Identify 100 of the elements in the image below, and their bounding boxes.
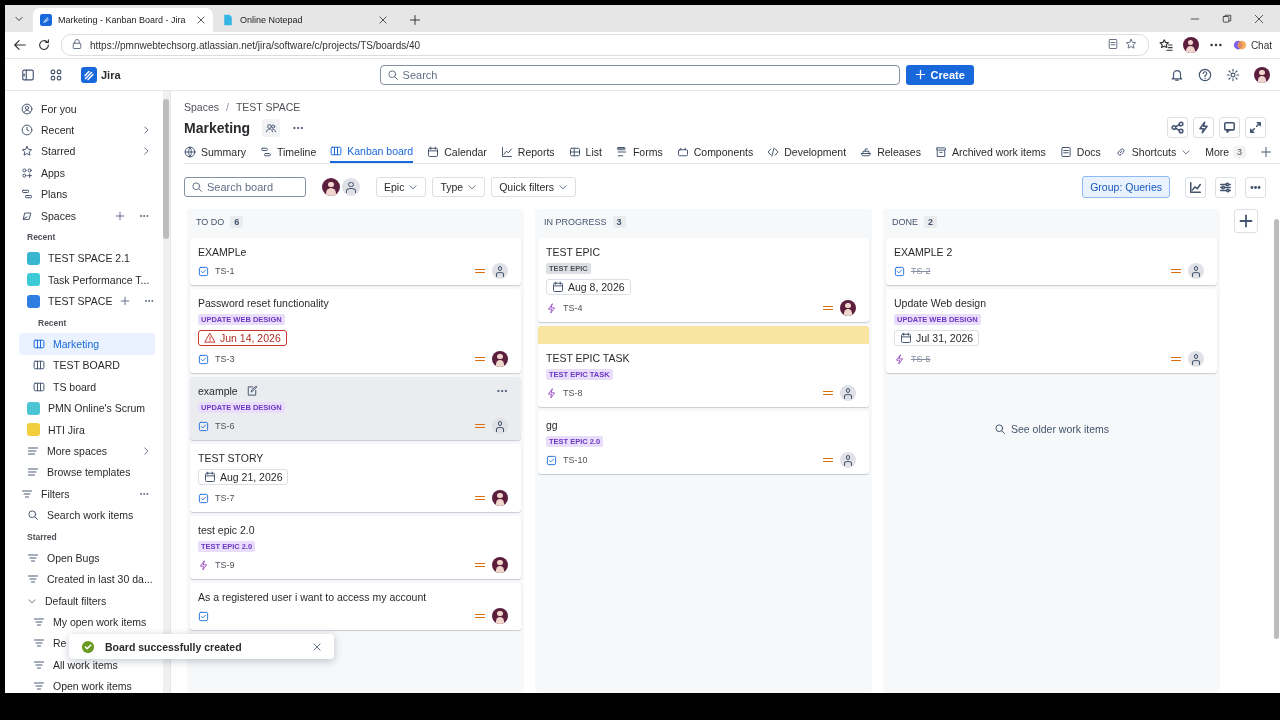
profile-avatar[interactable] [1182,37,1199,53]
nav-tab[interactable]: Forms [615,141,663,163]
close-icon[interactable] [1254,13,1264,24]
sidebar-item[interactable]: Starred [19,140,155,163]
close-icon[interactable] [196,15,206,25]
apps-grid-icon[interactable] [49,67,63,82]
nav-tab[interactable]: Calendar [427,141,487,163]
unassigned-avatar[interactable] [840,385,856,401]
sidebar-item[interactable]: Search work items [19,504,155,526]
unassigned-avatar[interactable] [492,418,508,434]
unassigned-avatar[interactable] [840,452,856,468]
notifications-icon[interactable] [1170,67,1184,82]
work-item-key[interactable]: TS-4 [563,303,583,313]
nav-tab[interactable]: Releases [860,141,921,163]
nav-tab[interactable]: Docs [1059,141,1101,163]
nav-tab[interactable]: Timeline [259,141,317,163]
work-item-key[interactable]: TS-6 [215,421,235,431]
chart-icon[interactable] [1185,176,1206,198]
board-item[interactable]: TS board [19,376,155,398]
filter-item[interactable]: Default filters [19,590,155,612]
unassigned-avatar[interactable] [492,263,508,279]
more-icon[interactable] [1245,176,1266,198]
more-tab[interactable]: More [1205,141,1230,163]
nav-tab[interactable]: Kanban board [330,141,414,163]
back-icon[interactable] [13,38,27,52]
nav-tab[interactable]: Reports [500,141,555,163]
filter-item[interactable]: All work items [19,654,155,676]
assignee-avatar[interactable] [492,557,508,573]
profile-avatar[interactable] [1254,66,1270,83]
chevron-right-icon[interactable] [141,445,151,456]
user-avatar[interactable] [322,178,340,196]
browser-tab[interactable]: Online Notepad [215,8,395,32]
close-icon[interactable] [312,641,322,652]
nav-tab[interactable]: Shortcuts [1114,141,1192,163]
address-field[interactable]: https://pmnwebtechsorg.atlassian.net/jira/software/c/projects/TS/boards/40 [61,34,1149,56]
breadcrumb-link[interactable]: Spaces [184,101,220,113]
filter-item[interactable]: Created in last 30 da... [19,568,155,590]
favorites-icon[interactable] [1158,38,1173,52]
sidebar-item[interactable]: Filters [19,483,155,505]
work-item-key[interactable]: TS-5 [911,354,931,364]
fullscreen-icon[interactable] [1245,117,1266,138]
unassigned-avatar[interactable] [342,178,360,196]
work-item-key[interactable]: TS-8 [563,388,583,398]
nav-tab[interactable]: Archived work items [934,141,1046,163]
unassigned-avatar[interactable] [1188,351,1204,367]
space-item[interactable]: TEST SPACE 2.1 [19,247,155,270]
chevron-right-icon[interactable] [141,146,151,157]
close-icon[interactable] [378,15,388,25]
help-icon[interactable] [1198,67,1212,82]
filter-item[interactable]: Open work items [19,675,155,693]
chat-link[interactable]: Chat [1250,39,1272,51]
sidebar-item[interactable]: Spaces [19,204,155,227]
assignee-avatar[interactable] [492,351,508,367]
work-item-card[interactable]: As a registered user i want to access my account [190,583,521,630]
work-item-card[interactable]: EXAMPLE 2 TS-2 [886,238,1217,285]
star-icon[interactable] [1124,38,1137,50]
group-by-button[interactable]: Group: Queries [1082,176,1170,198]
work-item-key[interactable]: TS-1 [215,266,235,276]
work-item-key[interactable]: TS-3 [215,354,235,364]
lightning-icon[interactable] [1193,117,1214,138]
breadcrumb-link[interactable]: TEST SPACE [235,101,301,113]
sidebar-item[interactable]: Browse templates [19,461,155,484]
unassigned-avatar[interactable] [1188,263,1204,279]
nav-tab[interactable]: Components [676,141,754,163]
space-item[interactable]: HTI Jira [19,418,155,441]
scrollbar-thumb[interactable] [163,99,169,239]
search-field[interactable]: Search [379,64,900,85]
sidebar-item[interactable]: More spaces [19,440,155,462]
create-button[interactable]: Create [905,64,974,85]
restore-icon[interactable] [1222,13,1232,24]
work-item-key[interactable]: TS-9 [215,560,235,570]
sidebar-toggle-icon[interactable] [21,67,35,82]
filter-dropdown[interactable]: Type [432,177,486,197]
nav-tab[interactable]: Development [767,141,847,163]
reader-icon[interactable] [1106,38,1119,50]
filter-dropdown[interactable]: Quick filters [491,177,577,197]
space-item[interactable]: TEST SPACE [19,290,155,312]
work-item-card[interactable]: TEST STORY Aug 21, 2026 TS-7 [190,444,521,512]
new-tab-icon[interactable] [409,14,421,26]
assignee-avatar[interactable] [492,490,508,506]
chevron-right-icon[interactable] [141,125,151,136]
filter-dropdown[interactable]: Epic [376,177,427,197]
work-item-key[interactable]: TS-10 [563,455,588,465]
browser-tab[interactable]: Marketing - Kanban Board - Jira [33,8,213,32]
reload-icon[interactable] [37,38,51,52]
share-icon[interactable] [1167,117,1188,138]
feedback-icon[interactable] [1219,117,1240,138]
add-column-icon[interactable] [1234,209,1258,233]
jira-logo-icon[interactable] [81,66,97,83]
assignee-avatar[interactable] [840,300,856,316]
people-icon[interactable] [262,118,281,137]
settings-icon[interactable] [1226,67,1240,82]
assignee-avatar[interactable] [492,608,508,624]
search-board-field[interactable]: Search board [184,177,306,197]
sidebar-item[interactable]: Apps [19,162,155,184]
work-item-card[interactable]: EXAMPLe TS-1 [190,238,521,285]
copilot-icon[interactable] [1232,38,1247,52]
sidebar-item[interactable]: For you [19,98,155,120]
filter-item[interactable]: My open work items [19,611,155,633]
edit-icon[interactable] [245,385,258,397]
